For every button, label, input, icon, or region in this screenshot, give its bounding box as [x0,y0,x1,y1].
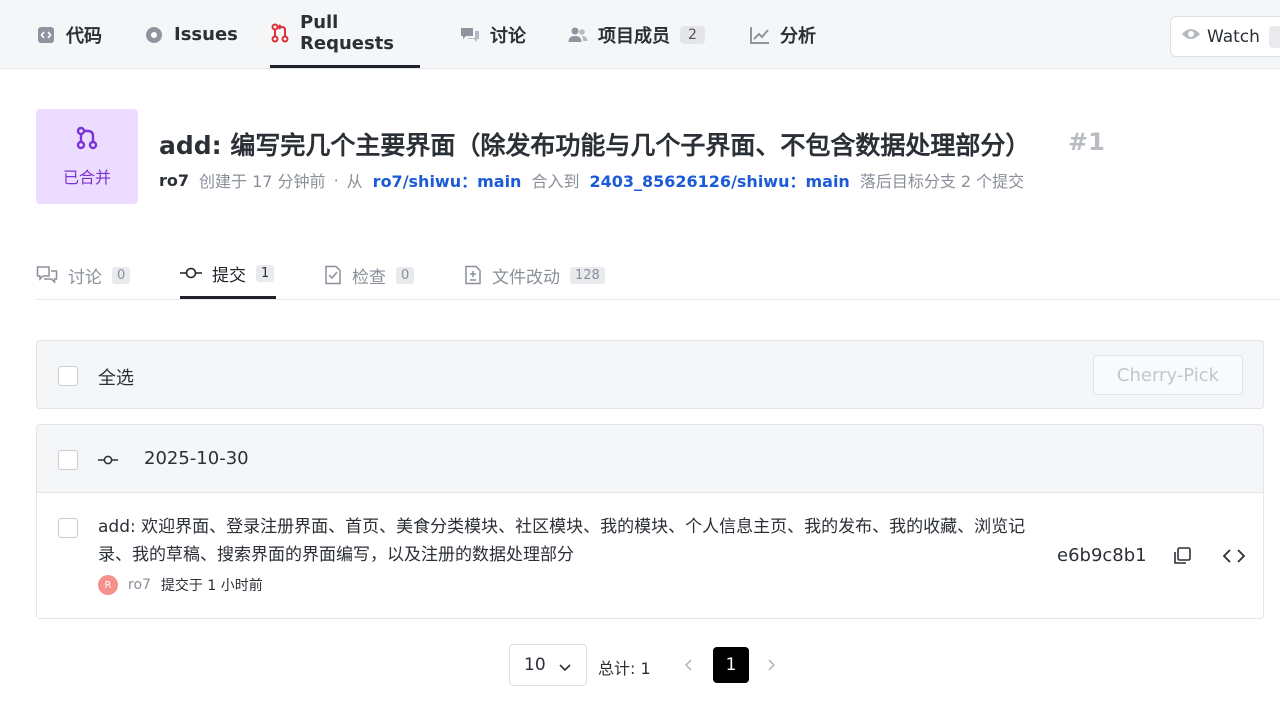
tab-commits-label: 提交 [212,265,246,286]
pr-created-time: 创建于 17 分钟前 [199,172,326,191]
tab-file-changes-label: 文件改动 [492,267,560,288]
pr-tabs: 讨论 0 提交 1 检查 0 文件改动 128 [36,250,1280,300]
merge-icon [75,126,99,154]
pr-title: add: 编写完几个主要界面（除发布功能与几个子界面、不包含数据处理部分） [159,131,1031,160]
tab-discussion-count: 0 [112,266,131,284]
page-1-button[interactable]: 1 [713,647,749,683]
pagination: 10 总计: 1 1 [0,644,1280,686]
commit-select-checkbox[interactable] [58,518,78,538]
nav-pull-requests-label: Pull Requests [300,11,395,54]
commit-icon [98,451,118,470]
tab-file-changes-count: 128 [570,266,605,284]
commit-icon [180,267,202,279]
tab-commits[interactable]: 提交 1 [180,250,276,299]
file-diff-icon [464,265,482,285]
pr-into-label: 合入到 [531,172,580,191]
watch-label: Watch [1207,26,1260,47]
select-all-bar: 全选 Cherry-Pick [36,340,1264,409]
discussion-icon [460,25,480,45]
commit-group-date: 2025-10-30 [144,448,249,469]
nav-issues-label: Issues [174,24,238,45]
behind-commits-text: 落后目标分支 2 个提交 [859,172,1025,191]
nav-analytics[interactable]: 分析 [750,0,816,69]
commit-author-link[interactable]: ro7 [128,577,151,593]
issues-icon [144,25,164,45]
tab-checks-label: 检查 [352,267,386,288]
tab-file-changes[interactable]: 文件改动 128 [464,250,605,300]
nav-analytics-label: 分析 [780,25,816,47]
target-branch-link[interactable]: 2403_85626126/shiwu：main [589,168,849,192]
nav-code[interactable]: 代码 [36,0,102,69]
nav-code-label: 代码 [66,25,102,47]
pr-author-link[interactable]: ro7 [159,171,189,190]
avatar[interactable]: R [98,575,118,595]
members-count-badge: 2 [680,25,705,44]
commit-group: 2025-10-30 add: 欢迎界面、登录注册界面、首页、美食分类模块、社区… [36,424,1264,619]
eye-icon [1181,26,1201,47]
browse-code-icon[interactable] [1222,546,1246,570]
members-icon [568,25,588,45]
commit-group-header: 2025-10-30 [37,425,1263,493]
commit-time: 提交于 1 小时前 [160,578,263,594]
tab-discussion[interactable]: 讨论 0 [36,250,131,300]
source-branch-link[interactable]: ro7/shiwu：main [373,168,522,192]
tab-checks[interactable]: 检查 0 [324,250,415,300]
watch-count-badge[interactable] [1269,26,1280,48]
commit-message[interactable]: add: 欢迎界面、登录注册界面、首页、美食分类模块、社区模块、我的模块、个人信… [98,513,1028,569]
chevron-left-icon[interactable] [682,657,696,677]
nav-pull-requests[interactable]: Pull Requests [270,0,420,68]
select-all-label: 全选 [98,368,134,389]
copy-icon[interactable] [1172,546,1192,570]
analytics-icon [750,25,770,45]
chevron-right-icon[interactable] [764,657,778,677]
tab-checks-count: 0 [396,266,415,284]
tab-commits-count: 1 [256,264,275,282]
tab-discussion-label: 讨论 [68,267,102,288]
nav-discussion[interactable]: 讨论 [460,0,526,69]
cherry-pick-button[interactable]: Cherry-Pick [1093,355,1243,395]
commit-sha-link[interactable]: e6b9c8b1 [1057,545,1147,566]
page-size-value: 10 [524,655,546,675]
pr-from-label: 从 [346,172,363,191]
select-all-checkbox[interactable] [58,366,78,386]
nav-members-label: 项目成员 [598,25,670,47]
watch-button[interactable]: Watch [1170,16,1280,57]
chevron-down-icon [558,659,572,679]
page-size-select[interactable]: 10 [509,644,587,686]
meta-separator: · [333,170,339,190]
merged-status-label: 已合并 [62,167,111,187]
pr-number: #1 [1068,128,1105,156]
check-icon [324,265,342,285]
pr-meta: ro7 创建于 17 分钟前 · 从 ro7/shiwu：main 合入到 24… [159,168,1024,192]
nav-discussion-label: 讨论 [490,25,526,47]
code-icon [36,25,56,45]
total-count: 总计: 1 [598,659,651,678]
nav-issues[interactable]: Issues [144,0,238,69]
discussion-icon [36,265,58,285]
nav-members[interactable]: 项目成员 2 [568,0,705,69]
repo-nav: 代码 Issues Pull Requests 讨论 项目成员 2 分析 Wat… [0,0,1280,69]
merged-status-badge: 已合并 [36,109,138,204]
group-select-checkbox[interactable] [58,450,78,470]
commit-byline: R ro7 提交于 1 小时前 [98,575,263,595]
pull-request-icon [270,23,290,43]
